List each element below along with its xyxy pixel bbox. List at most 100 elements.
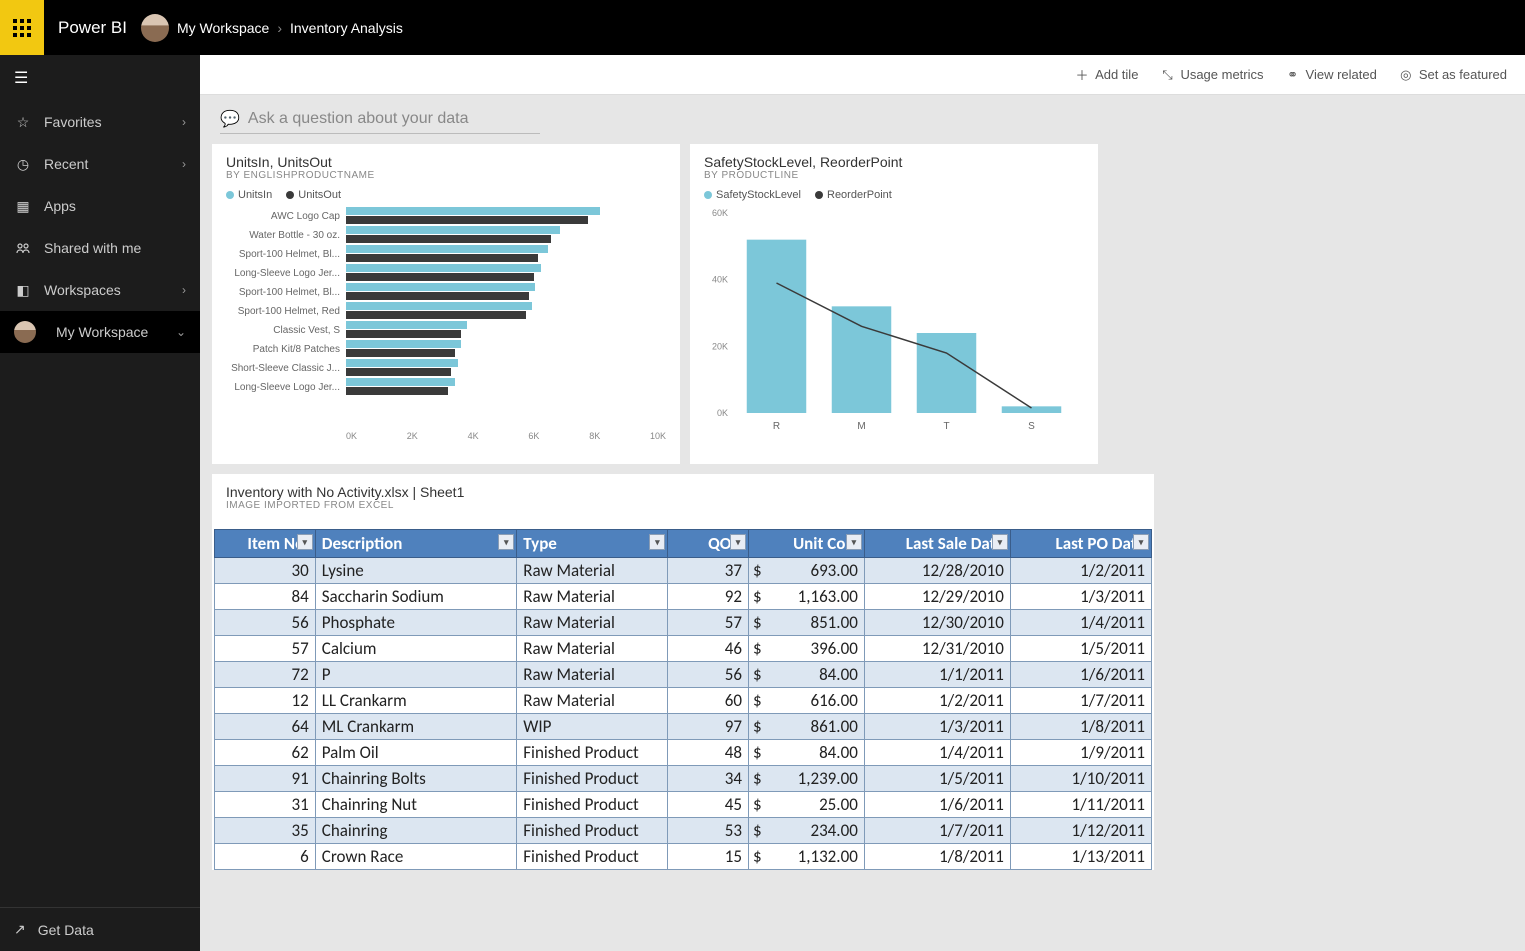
tile-safetystock[interactable]: SafetyStockLevel, ReorderPoint BY PRODUC…: [690, 144, 1098, 464]
badge-icon: ◎: [1399, 67, 1413, 83]
table-row: 91Chainring BoltsFinished Product34$1,23…: [215, 766, 1152, 792]
column-header[interactable]: Unit Cost▾: [748, 530, 864, 558]
filter-icon[interactable]: ▾: [1133, 534, 1149, 550]
table-cell: Lysine: [315, 558, 517, 584]
table-cell: 1/4/2011: [1010, 610, 1151, 636]
table-cell: $25.00: [748, 792, 864, 818]
table-cell: 1/5/2011: [864, 766, 1010, 792]
chart-row: Long-Sleeve Logo Jer...: [226, 378, 666, 396]
bar-unitsin: [346, 378, 455, 386]
set-featured-button[interactable]: ◎ Set as featured: [1399, 67, 1507, 83]
category-label: Patch Kit/8 Patches: [226, 344, 346, 355]
table-cell: 56: [215, 610, 316, 636]
table-cell: Finished Product: [517, 818, 668, 844]
breadcrumb-workspace[interactable]: My Workspace: [177, 20, 269, 36]
table-cell: 12/28/2010: [864, 558, 1010, 584]
table-cell: 37: [668, 558, 749, 584]
bar-unitsin: [346, 245, 548, 253]
table-cell: 97: [668, 714, 749, 740]
table-row: 6Crown RaceFinished Product15$1,132.001/…: [215, 844, 1152, 870]
category-label: Sport-100 Helmet, Red: [226, 306, 346, 317]
column-header[interactable]: Last PO Date▾: [1010, 530, 1151, 558]
table-cell: 15: [668, 844, 749, 870]
chevron-down-icon: ⌄: [176, 325, 186, 339]
bar-unitsout: [346, 311, 526, 319]
filter-icon[interactable]: ▾: [297, 534, 313, 550]
sidebar-item-recent[interactable]: ◷Recent ›: [0, 143, 200, 185]
table-cell: 1/10/2011: [1010, 766, 1151, 792]
action-label: Usage metrics: [1180, 67, 1263, 82]
usage-metrics-button[interactable]: ⤡Usage metrics: [1160, 67, 1263, 83]
tile-excel[interactable]: Inventory with No Activity.xlsx | Sheet1…: [212, 474, 1154, 870]
column-header[interactable]: Last Sale Date▾: [864, 530, 1010, 558]
hamburger-button[interactable]: ☰: [0, 55, 200, 101]
avatar: [14, 321, 36, 343]
add-tile-button[interactable]: ＋Add tile: [1075, 65, 1138, 84]
share-icon: [14, 240, 32, 256]
sidebar-item-favorites[interactable]: ☆Favorites ›: [0, 101, 200, 143]
column-header[interactable]: QOH▾: [668, 530, 749, 558]
view-related-button[interactable]: ⚭View related: [1286, 67, 1377, 83]
chart-row: Patch Kit/8 Patches: [226, 340, 666, 358]
sidebar-item-label: Get Data: [38, 922, 94, 938]
sidebar-item-label: Apps: [44, 198, 76, 214]
app-launcher-button[interactable]: [0, 0, 44, 55]
column-header[interactable]: Item No.▾: [215, 530, 316, 558]
table-cell: Chainring: [315, 818, 517, 844]
breadcrumb-page[interactable]: Inventory Analysis: [290, 20, 403, 36]
table-row: 35ChainringFinished Product53$234.001/7/…: [215, 818, 1152, 844]
category-label: Long-Sleeve Logo Jer...: [226, 268, 346, 279]
sidebar-item-myworkspace[interactable]: My Workspace ⌄: [0, 311, 200, 353]
bar: [832, 306, 892, 413]
filter-icon[interactable]: ▾: [846, 534, 862, 550]
table-cell: Finished Product: [517, 766, 668, 792]
table-cell: Raw Material: [517, 636, 668, 662]
chevron-right-icon: ›: [182, 115, 186, 129]
column-label: Last PO Date: [1056, 533, 1146, 554]
qna-input[interactable]: 💬 Ask a question about your data: [220, 109, 540, 134]
bar-unitsin: [346, 226, 560, 234]
table-cell: Crown Race: [315, 844, 517, 870]
get-data-button[interactable]: ↗ Get Data: [0, 907, 200, 951]
legend-swatch-icon: [226, 191, 234, 199]
bar-unitsin: [346, 359, 458, 367]
table-cell: 31: [215, 792, 316, 818]
column-header[interactable]: Type▾: [517, 530, 668, 558]
table-cell: 1/5/2011: [1010, 636, 1151, 662]
table-cell: 64: [215, 714, 316, 740]
filter-icon[interactable]: ▾: [649, 534, 665, 550]
axis-tick: R: [773, 421, 780, 432]
table-cell: Phosphate: [315, 610, 517, 636]
filter-icon[interactable]: ▾: [498, 534, 514, 550]
workspaces-icon: ◧: [14, 282, 32, 299]
column-header[interactable]: Description▾: [315, 530, 517, 558]
table-row: 56PhosphateRaw Material57$851.0012/30/20…: [215, 610, 1152, 636]
table-row: 64ML CrankarmWIP97$861.001/3/20111/8/201…: [215, 714, 1152, 740]
sidebar-item-shared[interactable]: Shared with me: [0, 227, 200, 269]
bar-unitsin: [346, 264, 541, 272]
sidebar-item-apps[interactable]: ▦ Apps: [0, 185, 200, 227]
sidebar-item-workspaces[interactable]: ◧Workspaces ›: [0, 269, 200, 311]
table-cell: Chainring Nut: [315, 792, 517, 818]
axis-tick: S: [1028, 421, 1035, 432]
table-row: 31Chainring NutFinished Product45$25.001…: [215, 792, 1152, 818]
filter-icon[interactable]: ▾: [992, 534, 1008, 550]
bar-unitsout: [346, 330, 461, 338]
horizontal-bar-chart: AWC Logo CapWater Bottle - 30 oz.Sport-1…: [226, 207, 666, 427]
filter-icon[interactable]: ▾: [730, 534, 746, 550]
bar-unitsin: [346, 283, 535, 291]
table-cell: 1/12/2011: [1010, 818, 1151, 844]
axis-tick: 10K: [650, 431, 666, 441]
chat-icon: 💬: [220, 109, 240, 129]
tile-title: UnitsIn, UnitsOut: [226, 154, 666, 170]
table-cell: 1/7/2011: [1010, 688, 1151, 714]
table-cell: Raw Material: [517, 610, 668, 636]
bar-unitsout: [346, 235, 551, 243]
sidebar-item-label: Shared with me: [44, 240, 141, 256]
top-bar: Power BI My Workspace › Inventory Analys…: [0, 0, 1525, 55]
chart-row: Classic Vest, S: [226, 321, 666, 339]
action-label: Set as featured: [1419, 67, 1507, 82]
tile-units[interactable]: UnitsIn, UnitsOut BY ENGLISHPRODUCTNAME …: [212, 144, 680, 464]
apps-icon: ▦: [14, 198, 32, 215]
bar-unitsout: [346, 273, 534, 281]
